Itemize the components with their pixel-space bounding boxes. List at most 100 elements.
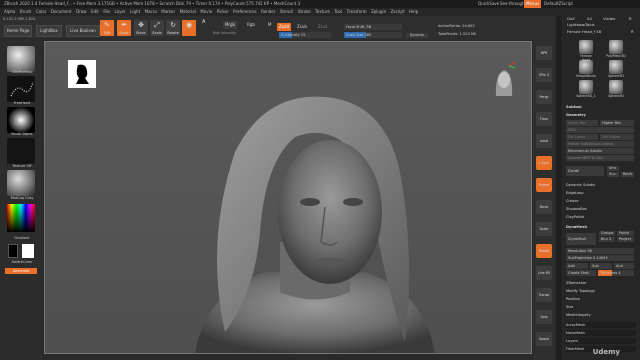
del-higher-button[interactable]: Del Higher [600,134,634,140]
r-button[interactable]: R [629,16,632,21]
sdiv-slider[interactable]: SDiv [566,127,634,133]
tab-live-boolean[interactable]: Live Boolean [66,25,100,37]
quicksave-button[interactable]: QuickSave [478,0,499,8]
modify-topology-item[interactable]: Modify Topology [566,288,636,294]
menu-item-layer[interactable]: Layer [115,9,126,14]
zadd-button[interactable]: Zadd [277,23,291,31]
texture-icon[interactable] [7,138,35,164]
subtool-section[interactable]: Subtool [566,104,636,110]
shelf-button-transp[interactable]: Transp [536,288,552,302]
shelf-button-l-sym[interactable]: L.Sym [536,156,552,170]
blur-slider[interactable]: Blur 2 [599,237,615,242]
move-tool-button[interactable]: ✥ Move [134,20,148,36]
shelf-button-bpr[interactable]: BPR [536,46,552,60]
groups-toggle[interactable]: Groups [599,231,615,236]
alpha-icon[interactable] [7,107,35,133]
focal-shift-slider[interactable]: Focal Shift -56 [344,24,402,30]
shelf-button-solo[interactable]: Solo [536,310,552,324]
position-item[interactable]: Position [566,296,636,302]
layers-item[interactable]: Layers [566,338,636,344]
menu-item-render[interactable]: Render [261,9,275,14]
menu-item-file[interactable]: File [103,9,110,14]
visible-button[interactable]: Visible [603,16,615,21]
shelf-button-rotate[interactable]: Rotate [536,244,552,258]
shelf-button-line-fill[interactable]: Line Fill [536,266,552,280]
menu-item-edit[interactable]: Edit [91,9,99,14]
draw-size-slider[interactable]: Draw Size 380 [344,32,402,38]
del-lower-button[interactable]: Del Lower [566,134,598,140]
menu-item-texture[interactable]: Texture [315,9,330,14]
menu-item-color[interactable]: Color [36,9,46,14]
meshintegrity-item[interactable]: MeshIntegrity [566,312,636,318]
menu-item-marker[interactable]: Marker [161,9,175,14]
add-button[interactable]: Add [566,263,588,269]
arraymesh-item[interactable]: ArrayMesh [566,322,636,328]
lower-res-button[interactable]: Lower Res [566,120,598,126]
subprojection-slider[interactable]: SubProjection 0.14693 [566,255,634,261]
size-item[interactable]: Size [566,304,636,310]
tool-thumb-simplebrush[interactable] [579,60,593,74]
mrgb-button[interactable]: Mrgb [223,21,237,29]
menu-item-zplugin[interactable]: Zplugin [371,9,386,14]
default-zscript-button[interactable]: DefaultZScript [544,0,573,8]
shelf-button-scale[interactable]: Scale [536,222,552,236]
shelf-button-move[interactable]: Move [536,200,552,214]
menu-item-transform[interactable]: Transform [347,9,367,14]
zsub-button[interactable]: Zsub [297,23,309,31]
dynamic-button[interactable]: Dynamic [406,33,428,38]
menu-item-document[interactable]: Document [51,9,72,14]
tool-thumb-female-head[interactable] [579,40,593,54]
polish-toggle[interactable]: Polish [617,231,634,236]
shelf-button-spix-3[interactable]: SPix 3 [536,68,552,82]
edgeloop-item[interactable]: EdgeLoop [566,190,636,196]
shadowbox-item[interactable]: ShadowBox [566,206,636,212]
menu-item-material[interactable]: Material [180,9,196,14]
secondary-color-swatch[interactable] [8,244,18,258]
thickness-slider[interactable]: Thickness 4 [598,270,634,276]
nanomesh-item[interactable]: NanoMesh [566,330,636,336]
tool-thumb-sphere3d[interactable] [609,60,623,74]
all-button[interactable]: All [587,16,592,21]
dynamesh-button[interactable]: DynaMesh [566,233,596,245]
navigation-head-icon[interactable] [491,62,517,102]
shelf-button-xpose[interactable]: Xpose [536,332,552,346]
r-button-2[interactable]: R [631,29,634,34]
rgb-intensity-slider[interactable]: Rgb Intensity [213,31,253,37]
tool-thumb-sphere3d-1[interactable] [579,80,593,94]
menu-item-tool[interactable]: Tool [334,9,342,14]
menu-item-macro[interactable]: Macro [145,9,157,14]
sub-button[interactable]: Sub [590,263,612,269]
shelf-button-persp[interactable]: Persp [536,90,552,104]
zcut-button[interactable]: Zcut [318,23,330,31]
freeze-subdivision-button[interactable]: Freeze SubDivision Levels [566,141,634,147]
dynamic-subdiv-item[interactable]: Dynamic Subdiv [566,182,636,188]
dynamesh-section[interactable]: DynaMesh [566,224,636,230]
gizmo-button[interactable]: ◉ [182,20,196,36]
see-through-slider[interactable]: See-through 0 [500,0,528,8]
primary-color-swatch[interactable] [22,244,34,258]
menu-item-movie[interactable]: Movie [200,9,212,14]
geometry-section[interactable]: Geometry [566,112,636,118]
crease-item[interactable]: Crease [566,198,636,204]
stroke-icon[interactable] [7,76,35,102]
menu-item-stroke[interactable]: Stroke [298,9,311,14]
suv-toggle[interactable]: Suv [607,172,619,177]
scale-tool-button[interactable]: ⤢ Scale [150,20,164,36]
document-canvas[interactable] [44,41,532,354]
menu-item-preferences[interactable]: Preferences [233,9,257,14]
project-toggle[interactable]: Project [617,237,634,242]
shelf-button-frame[interactable]: Frame [536,178,552,192]
rgb-button[interactable]: Rgb [246,21,256,29]
and-button[interactable]: And [614,263,634,269]
reconstruct-subdiv-button[interactable]: Reconstruct Subdiv [566,148,634,154]
sculpt-model[interactable] [185,82,445,354]
higher-res-button[interactable]: Higher Res [600,120,634,126]
menu-item-help[interactable]: Help [409,9,418,14]
edit-tool-button[interactable]: ✎ Edit [100,20,114,36]
divide-button[interactable]: Divide [566,166,604,176]
menu-item-zscript[interactable]: Zscript [391,9,405,14]
draw-tool-button[interactable]: ✒ Draw [117,20,131,36]
m-button[interactable]: M [268,21,274,29]
smt-toggle[interactable]: Smt [607,166,619,171]
tool-thumb-sphere3d-2[interactable] [609,80,623,94]
